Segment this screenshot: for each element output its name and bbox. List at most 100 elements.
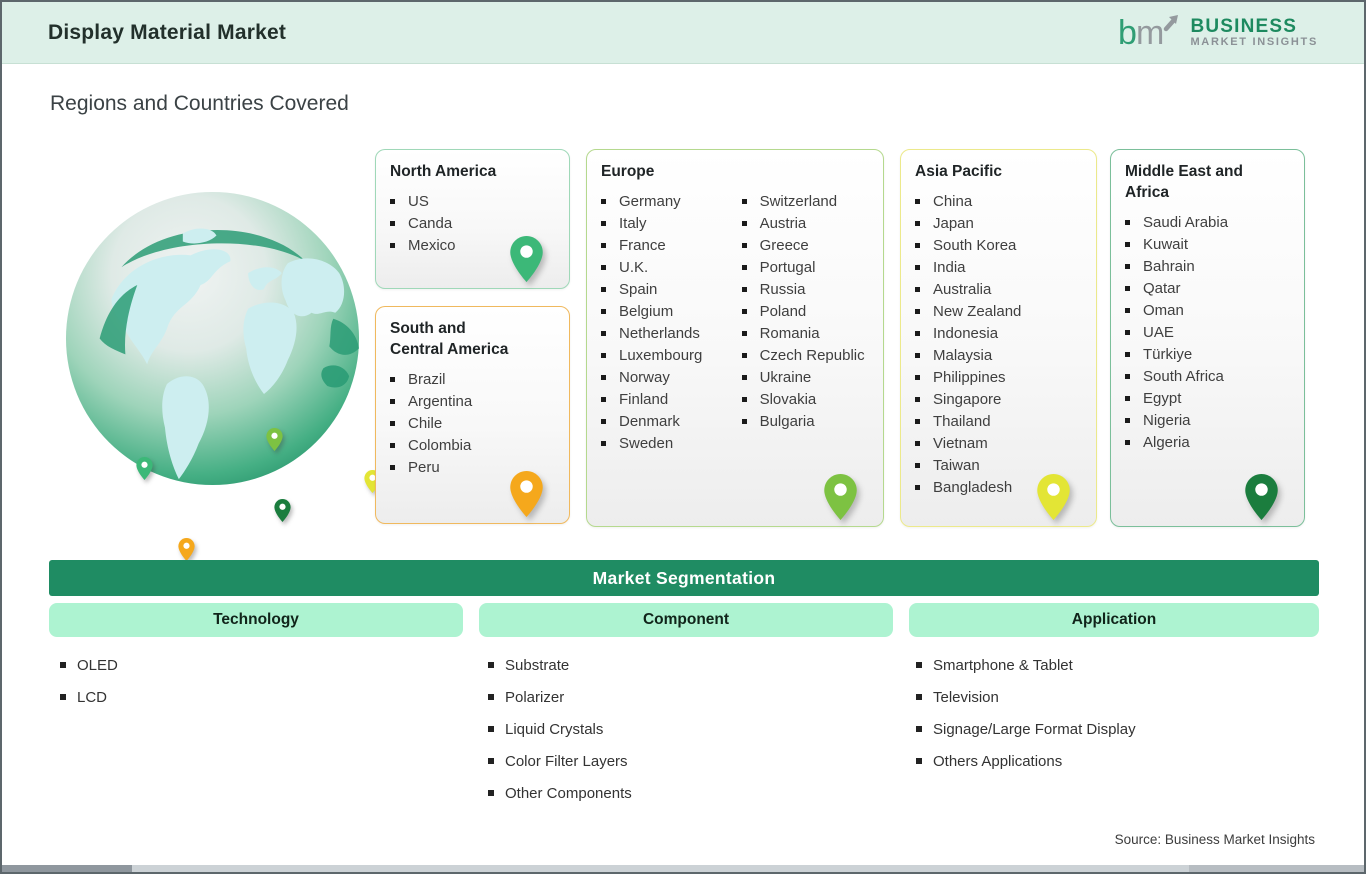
- europe-country-columns: Germany Italy France U.K. Spain Belgium Nether…: [601, 194, 869, 458]
- country-item: Luxembourg: [601, 348, 742, 363]
- globe-pin-north-america-icon: [136, 457, 153, 480]
- scrollbar-corner: [1189, 865, 1364, 872]
- country-item: Brazil: [390, 372, 555, 387]
- country-item: Singapore: [915, 392, 1082, 407]
- country-item: Italy: [601, 216, 742, 231]
- bmi-logo: b m BUSINESS MARKET INSIGHTS: [1117, 13, 1318, 53]
- region-card-north-america: North America US Canda Mexico: [375, 149, 570, 289]
- country-item: South Africa: [1125, 369, 1290, 384]
- country-item: Netherlands: [601, 326, 742, 341]
- country-item: France: [601, 238, 742, 253]
- logo-line2: MARKET INSIGHTS: [1190, 35, 1318, 48]
- country-item: Egypt: [1125, 391, 1290, 406]
- bmi-logo-mark-icon: b m: [1118, 14, 1179, 52]
- country-item: Malaysia: [915, 348, 1082, 363]
- country-item: New Zealand: [915, 304, 1082, 319]
- logo-line1: BUSINESS: [1190, 15, 1298, 37]
- country-item: Algeria: [1125, 435, 1290, 450]
- logo-letter-b: b: [1118, 14, 1137, 52]
- segment-header-technology: Technology: [49, 603, 463, 637]
- infographic-page: Display Material Market b m BUSINESS MAR…: [0, 0, 1366, 874]
- country-item: Austria: [741, 216, 869, 231]
- region-title: South and Central America: [390, 319, 555, 361]
- country-item: Greece: [741, 238, 869, 253]
- region-title: Asia Pacific: [915, 163, 1003, 180]
- segment-item: OLED: [60, 656, 118, 675]
- country-item: Argentina: [390, 394, 555, 409]
- segment-item: Color Filter Layers: [488, 752, 632, 771]
- country-item: Czech Republic: [741, 348, 869, 363]
- segment-header-component: Component: [479, 603, 893, 637]
- location-pin-icon: [824, 474, 857, 520]
- logo-text: BUSINESS MARKET INSIGHTS: [1190, 15, 1318, 48]
- country-item: Sweden: [601, 436, 742, 451]
- globe-pin-europe-icon: [266, 428, 283, 451]
- country-item: Qatar: [1125, 281, 1290, 296]
- country-item: Russia: [741, 282, 869, 297]
- scrollbar-thumb[interactable]: [2, 865, 132, 872]
- logo-arrow-icon: [1164, 17, 1177, 31]
- country-item: South Korea: [915, 238, 1082, 253]
- country-item: Taiwan: [915, 458, 1082, 473]
- country-item: China: [915, 194, 1082, 209]
- market-segmentation-banner: Market Segmentation: [49, 560, 1319, 596]
- country-item: Kuwait: [1125, 237, 1290, 252]
- country-item: Denmark: [601, 414, 742, 429]
- region-card-middle-east-africa: Middle East and Africa Saudi Arabia Kuwai…: [1110, 149, 1305, 527]
- country-item: Belgium: [601, 304, 742, 319]
- segment-item: Substrate: [488, 656, 632, 675]
- country-item: Türkiye: [1125, 347, 1290, 362]
- country-list: Saudi Arabia Kuwait Bahrain Qatar Oman UAE Tür…: [1125, 215, 1290, 450]
- source-attribution: Source: Business Market Insights: [1114, 832, 1315, 847]
- location-pin-icon: [510, 471, 543, 517]
- location-pin-icon: [1037, 474, 1070, 520]
- country-item: Thailand: [915, 414, 1082, 429]
- country-item: Ukraine: [741, 370, 869, 385]
- horizontal-scrollbar[interactable]: [2, 865, 1364, 872]
- country-item: UAE: [1125, 325, 1290, 340]
- segment-item: Others Applications: [916, 752, 1136, 771]
- region-title: Middle East and Africa: [1125, 163, 1243, 201]
- region-title-line2: Central America: [390, 340, 509, 358]
- region-card-south-central-america: South and Central America Brazil Argentina…: [375, 306, 570, 524]
- application-items: Smartphone & Tablet Television Signage/Lar…: [916, 656, 1136, 784]
- country-item: Portugal: [741, 260, 869, 275]
- country-item: Romania: [741, 326, 869, 341]
- segment-header-application: Application: [909, 603, 1319, 637]
- globe-illustration: [64, 190, 381, 561]
- country-list-col2: Switzerland Austria Greece Portugal Russia Po…: [741, 194, 869, 458]
- logo-letter-m: m: [1136, 14, 1164, 52]
- country-item: Japan: [915, 216, 1082, 231]
- segment-item: Liquid Crystals: [488, 720, 632, 739]
- globe-pin-south-central-america-icon: [178, 538, 195, 561]
- country-item: Australia: [915, 282, 1082, 297]
- page-title: Display Material Market: [48, 20, 287, 44]
- country-item: Nigeria: [1125, 413, 1290, 428]
- region-title: Europe: [601, 163, 655, 180]
- country-item: Colombia: [390, 438, 555, 453]
- country-list: China Japan South Korea India Australia New Z…: [915, 194, 1082, 495]
- region-title-line1: South and: [390, 320, 466, 337]
- country-item: Saudi Arabia: [1125, 215, 1290, 230]
- country-item: U.K.: [601, 260, 742, 275]
- country-item: Slovakia: [741, 392, 869, 407]
- region-card-europe: Europe Germany Italy France U.K. Spain Belgiu…: [586, 149, 884, 527]
- segment-item: LCD: [60, 688, 118, 707]
- segment-item: Smartphone & Tablet: [916, 656, 1136, 675]
- section-title: Regions and Countries Covered: [50, 92, 349, 115]
- segment-item: Polarizer: [488, 688, 632, 707]
- country-item: Germany: [601, 194, 742, 209]
- country-item: Philippines: [915, 370, 1082, 385]
- region-card-asia-pacific: Asia Pacific China Japan South Korea India A…: [900, 149, 1097, 527]
- country-item: Chile: [390, 416, 555, 431]
- component-items: Substrate Polarizer Liquid Crystals Color F…: [488, 656, 632, 816]
- segment-item: Other Components: [488, 784, 632, 803]
- country-item: India: [915, 260, 1082, 275]
- country-item: Oman: [1125, 303, 1290, 318]
- country-item: Bulgaria: [741, 414, 869, 429]
- region-title: North America: [390, 163, 497, 180]
- location-pin-icon: [1245, 474, 1278, 520]
- country-item: Finland: [601, 392, 742, 407]
- globe-icon: [65, 191, 360, 486]
- country-item: Spain: [601, 282, 742, 297]
